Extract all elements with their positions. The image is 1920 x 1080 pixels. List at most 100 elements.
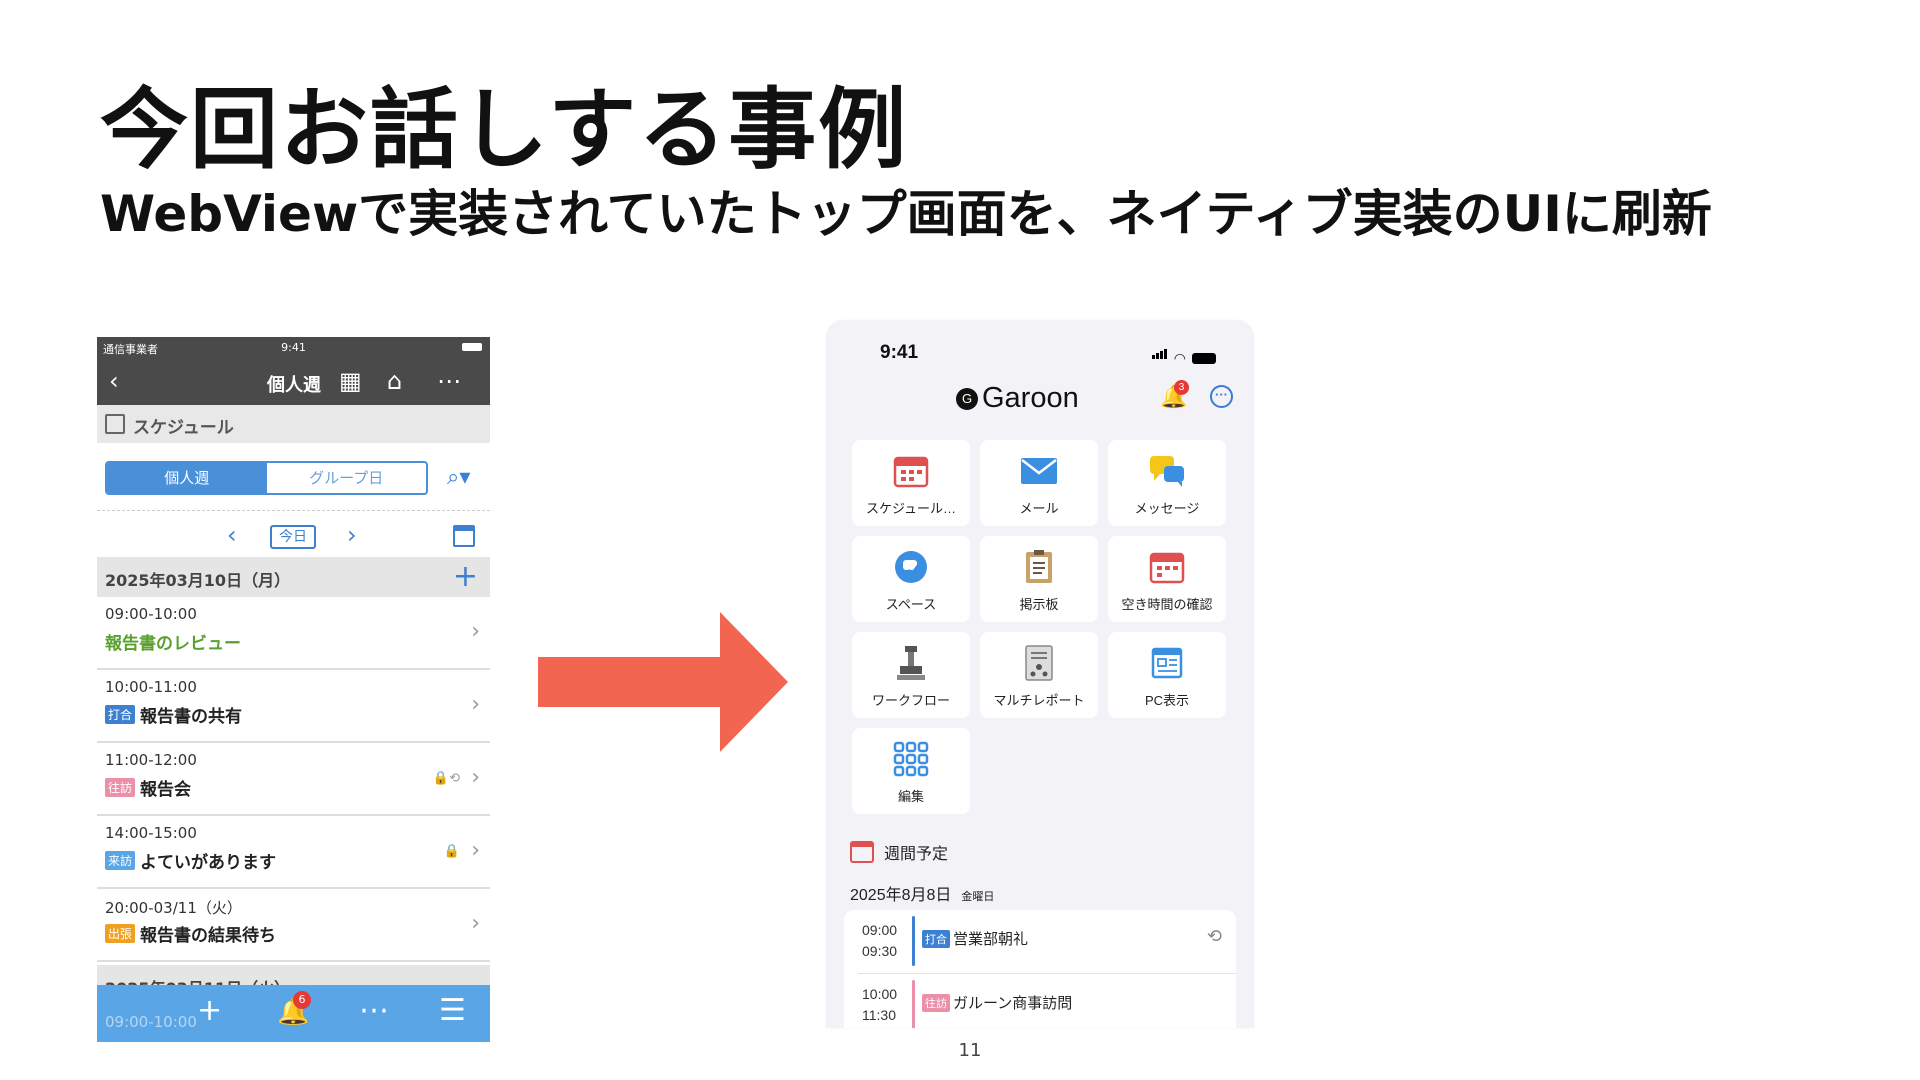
schedule-section-header: スケジュール bbox=[97, 405, 490, 443]
event-time: 14:00-15:00 bbox=[105, 824, 197, 842]
tile-label: メッセージ bbox=[1134, 501, 1200, 516]
lock-repeat-icon: 🔒⟲ bbox=[432, 771, 460, 786]
tile-label: 空き時間の確認 bbox=[1121, 597, 1213, 612]
tile-workflow[interactable]: ワークフロー bbox=[852, 632, 970, 718]
page-number: 11 bbox=[958, 1040, 982, 1061]
view-segment-control: 個人週 グループ日 bbox=[105, 461, 428, 495]
battery-icon bbox=[462, 343, 482, 351]
slide-title: 今回お話しする事例 bbox=[100, 78, 909, 181]
weekly-date-text: 2025年8月8日 bbox=[850, 887, 952, 904]
tile-label: ワークフロー bbox=[871, 693, 950, 708]
chevron-right-icon: › bbox=[471, 765, 480, 790]
native-screen: 9:41 ◠ G Garoon 🔔 3 ··· スケジュール… メール メッセー… bbox=[826, 320, 1254, 1028]
tile-label: マルチレポート bbox=[993, 693, 1085, 708]
tile-label: 編集 bbox=[897, 789, 924, 804]
event-time: 10:00-11:00 bbox=[105, 678, 197, 696]
event-start: 09:00 bbox=[862, 922, 898, 938]
tile-multireport[interactable]: マルチレポート bbox=[980, 632, 1098, 718]
day-header-label: 2025年03月10日（月） bbox=[105, 571, 291, 590]
event-row[interactable]: 09:00 09:30 打合 営業部朝礼 ⟲ bbox=[844, 910, 1236, 970]
app-logo: G Garoon bbox=[956, 382, 1079, 415]
search-icon[interactable]: ⌕▾ bbox=[447, 465, 470, 490]
logo-text: Garoon bbox=[982, 382, 1079, 414]
old-nav-bar: ‹ 個人週 ▦ ⌂ ⋯ bbox=[97, 357, 490, 405]
calendar-picker-icon[interactable] bbox=[453, 525, 475, 547]
lock-icon: 🔒 bbox=[443, 844, 460, 859]
event-end: 11:30 bbox=[862, 1007, 896, 1023]
tile-schedule[interactable]: スケジュール… bbox=[852, 440, 970, 526]
event-badge: 往訪 bbox=[105, 778, 136, 797]
schedule-row[interactable]: 10:00-11:00 打合 報告書の共有 › bbox=[97, 670, 490, 743]
slide-subtitle: WebViewで実装されていたトップ画面を、ネイティブ実装のUIに刷新 bbox=[100, 185, 1712, 243]
battery-icon bbox=[1192, 353, 1216, 364]
status-time: 9:41 bbox=[281, 341, 306, 354]
weekly-schedule-header: 週間予定 bbox=[850, 840, 948, 864]
event-time: 09:00-10:00 bbox=[105, 605, 197, 623]
weekly-weekday: 金曜日 bbox=[961, 891, 995, 903]
more-icon[interactable]: ⋯ bbox=[437, 367, 461, 395]
next-icon[interactable]: › bbox=[347, 521, 357, 549]
event-color-bar bbox=[912, 980, 915, 1028]
tile-availability[interactable]: 空き時間の確認 bbox=[1108, 536, 1226, 622]
event-badge: 打合 bbox=[922, 929, 950, 948]
home-icon[interactable]: ⌂ bbox=[387, 367, 402, 395]
menu-icon[interactable]: ☰ bbox=[439, 993, 466, 1028]
event-title-text: 営業部朝礼 bbox=[953, 931, 1029, 948]
transition-arrow-icon bbox=[538, 612, 788, 752]
weekly-label: 週間予定 bbox=[884, 846, 949, 863]
segment-personal-week[interactable]: 個人週 bbox=[107, 463, 267, 493]
today-button[interactable]: 今日 bbox=[270, 525, 316, 549]
event-row[interactable]: 10:00 11:30 往訪 ガルーン商事訪問 bbox=[844, 974, 1236, 1028]
event-title: 打合 報告書の共有 bbox=[105, 702, 242, 727]
schedule-row[interactable]: 14:00-15:00 来訪 よていがあります 🔒 › bbox=[97, 816, 490, 889]
back-icon[interactable]: ‹ bbox=[109, 367, 119, 395]
prev-icon[interactable]: ‹ bbox=[227, 521, 237, 549]
edit-grid-icon bbox=[852, 740, 970, 778]
chevron-right-icon: › bbox=[471, 911, 480, 936]
event-title: 打合 営業部朝礼 bbox=[922, 928, 1028, 949]
schedule-row[interactable]: 11:00-12:00 往訪 報告会 🔒⟲ › bbox=[97, 743, 490, 816]
tile-pc-view[interactable]: PC表示 bbox=[1108, 632, 1226, 718]
schedule-row[interactable]: 20:00-03/11（火） 出張 報告書の結果待ち › bbox=[97, 889, 490, 962]
tile-edit[interactable]: 編集 bbox=[852, 728, 970, 814]
space-icon bbox=[852, 548, 970, 586]
add-icon[interactable]: + bbox=[197, 993, 222, 1028]
day-header: 2025年03月10日（月） + bbox=[97, 557, 490, 597]
calendar-icon bbox=[852, 452, 970, 490]
calendar-icon bbox=[105, 414, 125, 434]
grid-icon[interactable]: ▦ bbox=[339, 367, 362, 395]
logo-mark: G bbox=[956, 387, 978, 410]
old-tab-bar: 09:00-10:00 + 🔔 6 ⋯ ☰ bbox=[97, 985, 490, 1042]
tile-label: スケジュール… bbox=[865, 501, 957, 516]
schedule-row[interactable]: 09:00-10:00 報告書のレビュー › bbox=[97, 597, 490, 670]
status-icons: ◠ bbox=[1151, 346, 1216, 365]
event-color-bar bbox=[912, 916, 915, 966]
segment-group-day[interactable]: グループ日 bbox=[267, 463, 427, 493]
event-title-text: よていがあります bbox=[140, 853, 277, 873]
notification-badge: 3 bbox=[1174, 380, 1189, 395]
chevron-right-icon: › bbox=[471, 838, 480, 863]
event-time: 09:00 09:30 bbox=[862, 920, 897, 962]
date-navigation: ‹ 今日 › bbox=[97, 521, 490, 555]
status-time: 9:41 bbox=[880, 342, 919, 363]
workflow-icon bbox=[852, 644, 970, 682]
tile-space[interactable]: スペース bbox=[852, 536, 970, 622]
event-badge: 出張 bbox=[105, 924, 136, 943]
event-title: 往訪 報告会 bbox=[105, 775, 191, 800]
more-icon[interactable]: ⋯ bbox=[359, 993, 389, 1028]
notification-badge: 6 bbox=[293, 991, 311, 1009]
signal-icon bbox=[1151, 346, 1168, 364]
message-icon bbox=[1108, 452, 1226, 490]
bulletin-icon bbox=[980, 548, 1098, 586]
tile-mail[interactable]: メール bbox=[980, 440, 1098, 526]
calendar-icon bbox=[850, 841, 874, 863]
event-title: 来訪 よていがあります bbox=[105, 848, 276, 873]
add-icon[interactable]: + bbox=[453, 559, 478, 594]
chevron-right-icon: › bbox=[471, 619, 480, 644]
old-webview-screen: 通信事業者 9:41 ‹ 個人週 ▦ ⌂ ⋯ スケジュール 個人週 グループ日 … bbox=[97, 337, 490, 1042]
tile-message[interactable]: メッセージ bbox=[1108, 440, 1226, 526]
weekly-event-card: 09:00 09:30 打合 営業部朝礼 ⟲ 10:00 11:30 往訪 ガルーン商事… bbox=[844, 910, 1236, 1028]
section-label: スケジュール bbox=[133, 418, 234, 438]
tile-bulletin[interactable]: 掲示板 bbox=[980, 536, 1098, 622]
more-icon[interactable]: ··· bbox=[1210, 385, 1233, 408]
